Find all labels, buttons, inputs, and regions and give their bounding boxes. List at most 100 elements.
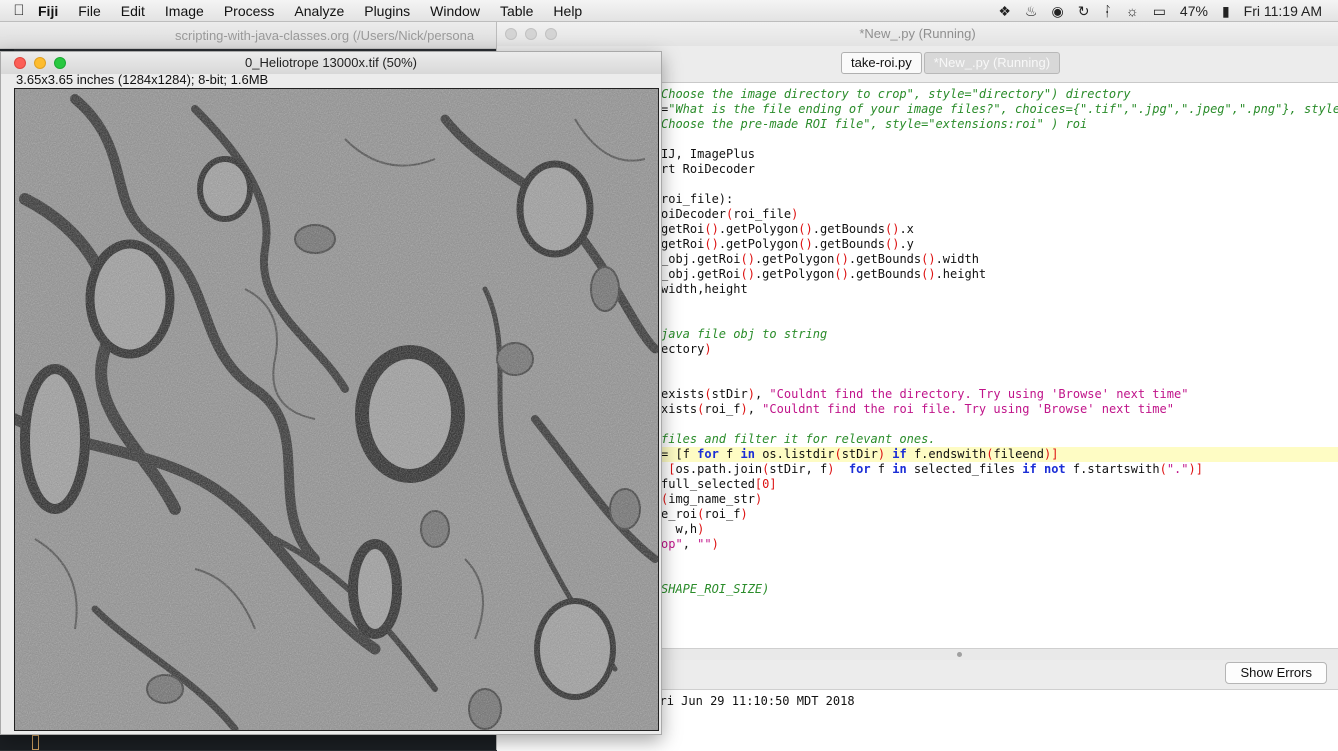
code-token: Choose the pre-made ROI file", style="ex…	[661, 117, 1088, 131]
code-token: [	[661, 462, 676, 476]
zoom-icon[interactable]	[545, 28, 557, 40]
menu-analyze[interactable]: Analyze	[284, 3, 354, 19]
code-line: w,h)	[661, 522, 1338, 537]
code-token: (	[704, 387, 712, 401]
menu-table[interactable]: Table	[490, 3, 543, 19]
minimize-icon[interactable]	[34, 57, 46, 69]
code-token: )	[877, 447, 886, 461]
code-token: full_selected	[661, 477, 755, 491]
code-token: .getBounds	[812, 237, 885, 251]
image-info: 3.65x3.65 inches (1284x1284); 8-bit; 1.6…	[16, 72, 269, 87]
code-token: f.startswith	[1065, 462, 1160, 476]
airplay-icon[interactable]: ▭	[1153, 3, 1166, 20]
tab-take-roi[interactable]: take-roi.py	[841, 52, 922, 74]
code-token: roi_f	[704, 402, 741, 416]
editor-titlebar[interactable]: *New_.py (Running)	[497, 22, 1338, 46]
code-token: SHAPE_ROI_SIZE)	[661, 582, 770, 596]
code-token: files and filter it for relevant ones.	[661, 432, 936, 446]
code-token: stDir, f	[769, 462, 828, 476]
image-titlebar[interactable]: 0_Heliotrope 13000x.tif (50%)	[1, 52, 661, 74]
app-menu[interactable]: Fiji	[38, 3, 68, 19]
terminal-cursor	[32, 735, 39, 750]
code-line: getRoi().getPolygon().getBounds().y	[661, 237, 1338, 252]
code-line: rt RoiDecoder	[661, 162, 1338, 177]
wifi-icon[interactable]: ☼	[1126, 3, 1139, 19]
menu-help[interactable]: Help	[543, 3, 592, 19]
splitter-handle-icon[interactable]	[957, 652, 962, 657]
code-token: ()	[798, 222, 813, 236]
close-icon[interactable]	[14, 57, 26, 69]
flame-icon[interactable]: ♨	[1025, 3, 1038, 20]
code-token: ()	[704, 237, 719, 251]
menu-plugins[interactable]: Plugins	[354, 3, 420, 19]
image-window-controls	[14, 57, 74, 69]
minimize-icon[interactable]	[525, 28, 537, 40]
code-token: f	[870, 462, 893, 476]
menu-edit[interactable]: Edit	[111, 3, 155, 19]
show-errors-button[interactable]: Show Errors	[1225, 662, 1327, 684]
clock[interactable]: Fri 11:19 AM	[1244, 3, 1322, 19]
zoom-icon[interactable]	[54, 57, 66, 69]
menu-image[interactable]: Image	[155, 3, 214, 19]
terminal-bottom	[0, 735, 496, 750]
code-line: (img_name_str)	[661, 492, 1338, 507]
code-token: ""	[697, 537, 712, 551]
code-line: _obj.getRoi().getPolygon().getBounds().h…	[661, 267, 1338, 282]
micrograph-canvas[interactable]	[14, 88, 659, 731]
battery-icon[interactable]: ▮	[1222, 3, 1230, 20]
code-token: ()	[885, 237, 900, 251]
code-token: .y	[899, 237, 914, 251]
bluetooth-icon[interactable]: ᛛ	[1103, 3, 1111, 19]
code-token: .getBounds	[848, 267, 922, 281]
time-machine-icon[interactable]: ↻	[1078, 3, 1090, 20]
code-token: )	[791, 207, 799, 221]
code-token: )	[747, 387, 755, 401]
code-token: img_name_str	[668, 492, 755, 506]
close-icon[interactable]	[505, 28, 517, 40]
menu-bar:  Fiji File Edit Image Process Analyze P…	[0, 0, 1338, 22]
code-token: ,	[682, 537, 698, 551]
code-token: f	[682, 447, 698, 461]
disc-icon[interactable]: ◉	[1051, 3, 1063, 20]
menu-file[interactable]: File	[68, 3, 111, 19]
code-token: = [	[661, 447, 683, 461]
code-token: )]	[1044, 447, 1059, 461]
code-token: ectory	[661, 342, 705, 356]
code-line: op", "")	[661, 537, 1338, 552]
battery-percent[interactable]: 47%	[1180, 3, 1208, 19]
tab-new-py[interactable]: *New_.py (Running)	[923, 52, 1061, 74]
apple-menu-icon[interactable]: 	[0, 2, 38, 19]
code-token: stDir	[841, 447, 878, 461]
code-token: "."	[1166, 462, 1189, 476]
code-token: fileend	[993, 447, 1045, 461]
code-token: .height	[935, 267, 987, 281]
code-token: if	[892, 447, 907, 461]
code-token: for	[848, 462, 871, 476]
code-token: Choose the image directory to crop", sty…	[661, 87, 1131, 101]
code-token: e_roi	[661, 507, 698, 521]
code-token: ()	[740, 267, 755, 281]
editor-window-controls	[505, 28, 565, 40]
code-token: .getPolygon	[754, 252, 835, 266]
background-window-titlebar[interactable]: scripting-with-java-classes.org (/Users/…	[0, 22, 496, 49]
image-window: 0_Heliotrope 13000x.tif (50%) 3.65x3.65 …	[0, 51, 662, 735]
menu-process[interactable]: Process	[214, 3, 285, 19]
code-token: ()	[885, 222, 900, 236]
code-token: ,	[754, 387, 770, 401]
code-line: Choose the pre-made ROI file", style="ex…	[661, 117, 1338, 132]
code-token: roi_file):	[661, 192, 734, 206]
code-lines: Choose the image directory to crop", sty…	[661, 87, 1338, 597]
code-token: )	[740, 507, 748, 521]
code-token: .width	[935, 252, 979, 266]
code-line: full_selected[0]	[661, 477, 1338, 492]
code-token: getRoi	[661, 222, 705, 236]
dropbox-icon[interactable]: ❖	[998, 3, 1011, 20]
menu-window[interactable]: Window	[420, 3, 490, 19]
code-token: .getBounds	[812, 222, 885, 236]
code-token: IJ, ImagePlus	[661, 147, 755, 161]
